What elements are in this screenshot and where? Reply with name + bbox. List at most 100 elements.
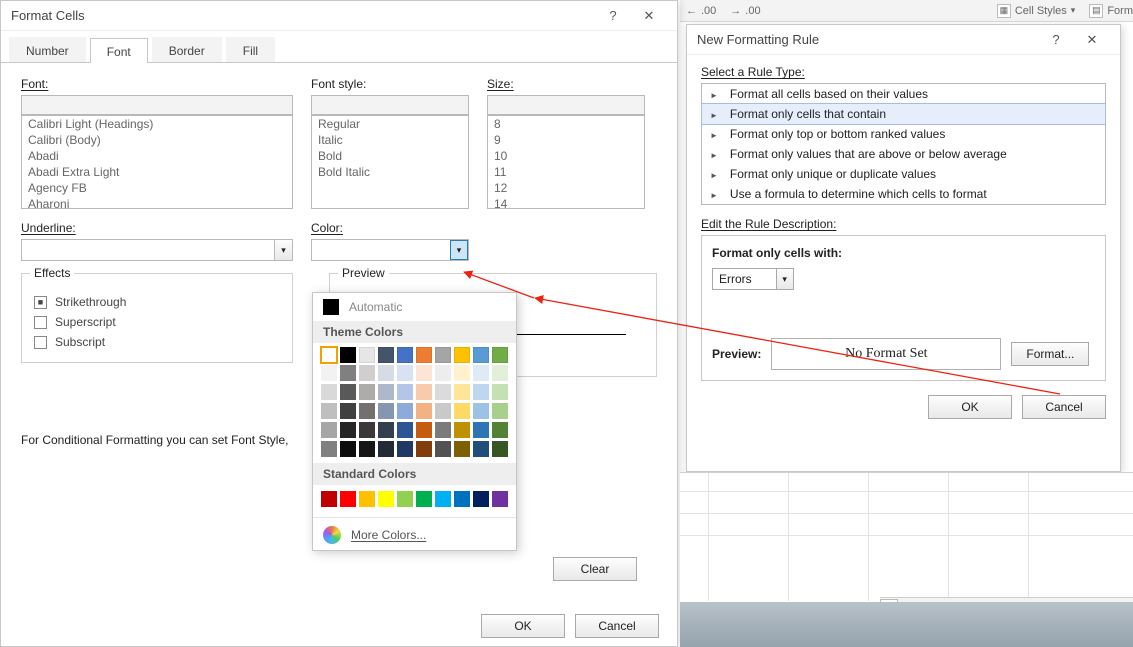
color-swatch[interactable]	[454, 365, 470, 381]
color-swatch[interactable]	[378, 365, 394, 381]
color-swatch[interactable]	[473, 365, 489, 381]
color-swatch[interactable]	[435, 365, 451, 381]
list-item[interactable]: 12	[488, 180, 644, 196]
color-swatch[interactable]	[473, 347, 489, 363]
color-swatch[interactable]	[416, 403, 432, 419]
color-swatch[interactable]	[492, 403, 508, 419]
color-swatch[interactable]	[416, 441, 432, 457]
tab-border[interactable]: Border	[152, 37, 222, 62]
color-swatch[interactable]	[378, 422, 394, 438]
help-button[interactable]: ?	[1038, 25, 1074, 55]
color-swatch[interactable]	[397, 365, 413, 381]
list-item[interactable]: 9	[488, 132, 644, 148]
color-swatch[interactable]	[435, 403, 451, 419]
color-swatch[interactable]	[473, 441, 489, 457]
color-combo[interactable]: ▾	[311, 239, 469, 261]
subscript-checkbox[interactable]: Subscript	[34, 332, 280, 352]
ok-button[interactable]: OK	[481, 614, 565, 638]
color-swatch[interactable]	[359, 365, 375, 381]
color-swatch[interactable]	[473, 422, 489, 438]
color-swatch[interactable]	[416, 365, 432, 381]
list-item[interactable]: Agency FB	[22, 180, 292, 196]
color-swatch[interactable]	[454, 491, 470, 507]
automatic-color-item[interactable]: Automatic	[313, 293, 516, 321]
color-swatch[interactable]	[321, 347, 337, 363]
color-swatch[interactable]	[416, 384, 432, 400]
color-swatch[interactable]	[340, 441, 356, 457]
rule-type-item[interactable]: Format all cells based on their values	[702, 84, 1105, 104]
color-swatch[interactable]	[454, 422, 470, 438]
size-input[interactable]	[487, 95, 645, 115]
help-button[interactable]: ?	[595, 1, 631, 31]
rule-type-item[interactable]: Format only cells that contain	[701, 103, 1106, 125]
color-swatch[interactable]	[492, 422, 508, 438]
list-item[interactable]: Italic	[312, 132, 468, 148]
color-swatch[interactable]	[378, 403, 394, 419]
format-dropdown-button[interactable]: ▤ Form	[1089, 4, 1133, 18]
color-swatch[interactable]	[321, 384, 337, 400]
color-swatch[interactable]	[492, 491, 508, 507]
color-swatch[interactable]	[492, 347, 508, 363]
rule-type-list[interactable]: Format all cells based on their values F…	[701, 83, 1106, 205]
chevron-down-icon[interactable]: ▾	[776, 269, 793, 289]
color-swatch[interactable]	[473, 403, 489, 419]
color-swatch[interactable]	[340, 347, 356, 363]
color-swatch[interactable]	[473, 491, 489, 507]
color-swatch[interactable]	[321, 491, 337, 507]
color-swatch[interactable]	[435, 384, 451, 400]
format-button[interactable]: Format...	[1011, 342, 1089, 366]
color-swatch[interactable]	[397, 422, 413, 438]
color-swatch[interactable]	[359, 384, 375, 400]
increase-decimal-button[interactable]: ← .00	[686, 5, 716, 17]
list-item[interactable]: Calibri (Body)	[22, 132, 292, 148]
color-swatch[interactable]	[359, 403, 375, 419]
chevron-down-icon[interactable]: ▾	[274, 240, 292, 260]
color-swatch[interactable]	[359, 422, 375, 438]
color-swatch[interactable]	[359, 441, 375, 457]
color-swatch[interactable]	[321, 441, 337, 457]
list-item[interactable]: Abadi	[22, 148, 292, 164]
color-swatch[interactable]	[321, 365, 337, 381]
color-swatch[interactable]	[397, 384, 413, 400]
list-item[interactable]: Bold Italic	[312, 164, 468, 180]
color-swatch[interactable]	[435, 422, 451, 438]
color-swatch[interactable]	[454, 384, 470, 400]
list-item[interactable]: Regular	[312, 116, 468, 132]
color-swatch[interactable]	[321, 403, 337, 419]
list-item[interactable]: 10	[488, 148, 644, 164]
color-swatch[interactable]	[397, 441, 413, 457]
color-swatch[interactable]	[340, 403, 356, 419]
font-style-listbox[interactable]: Regular Italic Bold Bold Italic	[311, 115, 469, 209]
condition-select[interactable]: Errors ▾	[712, 268, 794, 290]
color-swatch[interactable]	[492, 365, 508, 381]
color-swatch[interactable]	[435, 491, 451, 507]
color-swatch[interactable]	[340, 365, 356, 381]
list-item[interactable]: 11	[488, 164, 644, 180]
color-swatch[interactable]	[397, 347, 413, 363]
font-listbox[interactable]: Calibri Light (Headings) Calibri (Body) …	[21, 115, 293, 209]
size-listbox[interactable]: 8 9 10 11 12 14	[487, 115, 645, 209]
color-swatch[interactable]	[397, 403, 413, 419]
decrease-decimal-button[interactable]: → .00	[730, 5, 760, 17]
more-colors-item[interactable]: More Colors...	[313, 520, 516, 550]
cell-styles-button[interactable]: ▦ Cell Styles ▾	[997, 4, 1076, 18]
tab-number[interactable]: Number	[9, 37, 86, 62]
cancel-button[interactable]: Cancel	[1022, 395, 1106, 419]
close-button[interactable]: ✕	[631, 1, 667, 31]
color-swatch[interactable]	[397, 491, 413, 507]
tab-font[interactable]: Font	[90, 38, 148, 63]
color-swatch[interactable]	[454, 403, 470, 419]
color-swatch[interactable]	[416, 347, 432, 363]
rule-type-item[interactable]: Format only values that are above or bel…	[702, 144, 1105, 164]
color-swatch[interactable]	[359, 347, 375, 363]
list-item[interactable]: Bold	[312, 148, 468, 164]
color-swatch[interactable]	[492, 384, 508, 400]
color-swatch[interactable]	[416, 491, 432, 507]
list-item[interactable]: Abadi Extra Light	[22, 164, 292, 180]
color-swatch[interactable]	[454, 347, 470, 363]
superscript-checkbox[interactable]: Superscript	[34, 312, 280, 332]
color-swatch[interactable]	[378, 441, 394, 457]
color-swatch[interactable]	[321, 422, 337, 438]
strikethrough-checkbox[interactable]: Strikethrough	[34, 292, 280, 312]
color-swatch[interactable]	[359, 491, 375, 507]
